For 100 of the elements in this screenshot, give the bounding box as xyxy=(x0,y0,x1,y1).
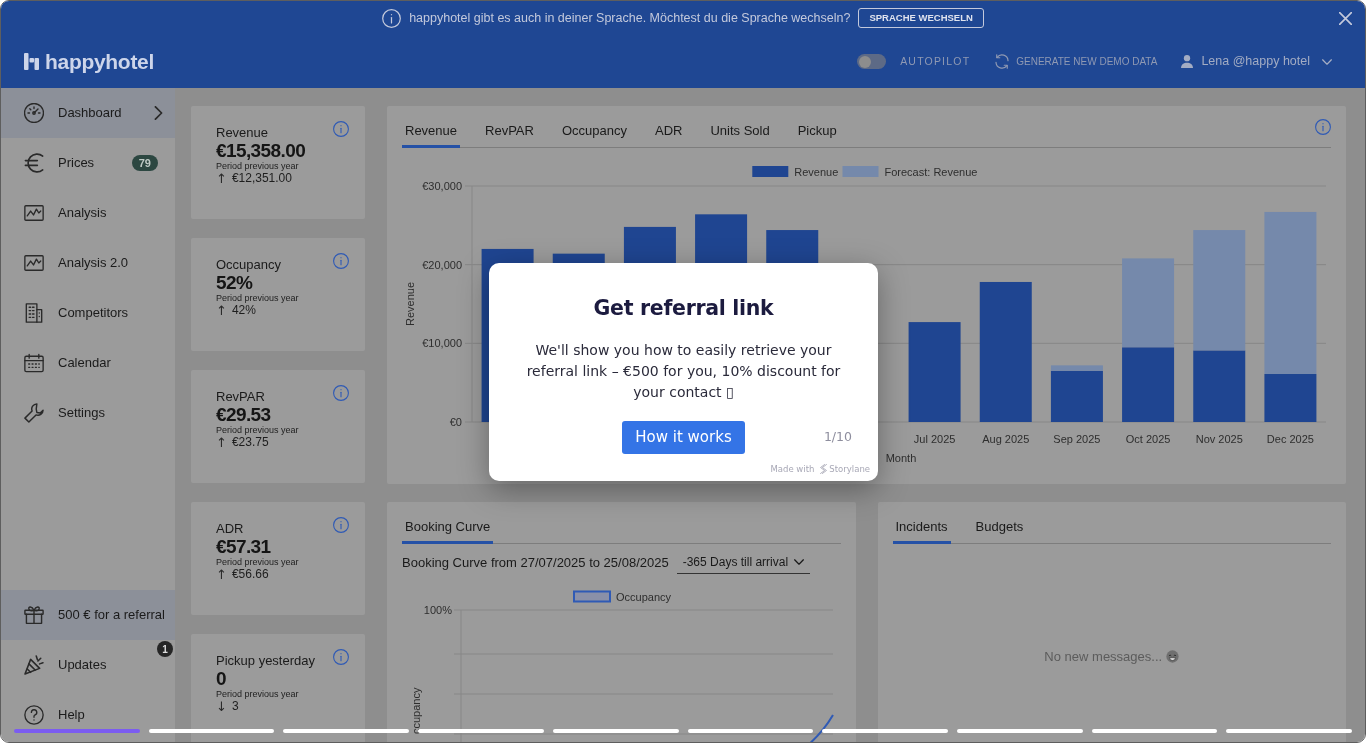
axis-title: ccupancy xyxy=(410,687,422,734)
empty-message: No new messages... xyxy=(1044,648,1163,666)
axis-tick-label: €20,000 xyxy=(422,258,462,271)
notification-badge: 1 xyxy=(157,641,173,657)
info-icon[interactable] xyxy=(333,385,349,401)
sidebar-item[interactable]: Updates 1 xyxy=(1,640,175,690)
tab[interactable]: Pickup xyxy=(794,115,840,148)
kpi-title: Pickup yesterday xyxy=(216,653,316,669)
generate-demo-data-button[interactable]: GENERATE NEW DEMO DATA xyxy=(995,54,1158,69)
chevron-down-icon xyxy=(794,559,805,565)
previous-value: €23.75 xyxy=(231,435,269,450)
sidebar-item[interactable]: Competitors xyxy=(1,288,175,338)
kpi-title: Occupancy xyxy=(216,257,283,273)
euro-icon xyxy=(24,153,44,173)
date-range-text: Booking Curve from 27/07/2025 to 25/08/2025 xyxy=(402,553,669,572)
trend-arrow: ↑ xyxy=(216,171,227,186)
comparison-label: Period previous year xyxy=(216,293,300,303)
axis-title: Revenue xyxy=(404,282,416,326)
logo-text: happyhotel xyxy=(45,48,154,75)
revenue-bar xyxy=(1193,350,1246,422)
trend-arrow: ↑ xyxy=(216,567,227,582)
axis-category-label: Sep 2025 xyxy=(1053,433,1101,445)
made-with-label: Made with xyxy=(770,464,815,474)
help-icon xyxy=(24,705,44,725)
gauge-icon xyxy=(24,103,44,123)
tab[interactable]: ADR xyxy=(652,115,686,148)
revenue-bar xyxy=(1264,374,1317,422)
sidebar-item[interactable]: Calendar xyxy=(1,338,175,388)
refresh-icon xyxy=(995,54,1010,69)
axis-category-label: Oct 2025 xyxy=(1125,433,1171,445)
kpi-value: €29.53 xyxy=(216,405,272,425)
calendar-icon xyxy=(24,353,44,373)
tab[interactable]: Budgets xyxy=(972,511,1027,544)
sidebar-item[interactable]: 500 € for a referral xyxy=(1,590,175,640)
sidebar-item[interactable]: Dashboard xyxy=(1,88,175,138)
info-icon[interactable] xyxy=(1315,119,1331,135)
close-icon[interactable] xyxy=(1339,11,1352,25)
info-icon xyxy=(382,8,402,28)
sidebar-item[interactable]: Analysis 2.0 xyxy=(1,238,175,288)
comparison-label: Period previous year xyxy=(216,689,300,699)
logo-mark-icon xyxy=(24,53,39,70)
legend-label: Revenue xyxy=(794,165,839,178)
trend-arrow: ↑ xyxy=(216,435,227,450)
kpi-title: RevPAR xyxy=(216,389,266,405)
axis-tick-label: 100% xyxy=(423,604,452,616)
previous-value: 42% xyxy=(231,303,256,318)
legend-swatch-icon xyxy=(842,166,879,177)
comparison-label: Period previous year xyxy=(216,161,300,171)
tab[interactable]: Occupancy xyxy=(558,115,630,148)
count-badge: 79 xyxy=(131,155,158,171)
popup-text: We'll show you how to easily retrieve your referral link – €500 for you, 10% discount for your contact ▯ xyxy=(525,341,842,402)
previous-value: €56.66 xyxy=(231,567,269,582)
tab[interactable]: Booking Curve xyxy=(402,511,494,544)
trend-arrow: ↑ xyxy=(216,303,227,318)
user-icon xyxy=(1181,55,1194,68)
info-icon[interactable] xyxy=(333,253,349,269)
axis-category-label: Aug 2025 xyxy=(982,433,1030,445)
buildings-icon xyxy=(24,303,44,323)
axis-title: Month xyxy=(885,452,917,464)
axis-tick-label: €10,000 xyxy=(422,337,462,350)
arrival-range-select[interactable]: -365 Days till arrival xyxy=(676,551,811,574)
axis-tick-label: €30,000 xyxy=(422,180,462,192)
tab[interactable]: Revenue xyxy=(402,115,461,148)
comparison-label: Period previous year xyxy=(216,425,300,435)
popup-title: Get referral link xyxy=(592,295,775,322)
info-icon[interactable] xyxy=(333,649,349,665)
sidebar-item[interactable]: Settings xyxy=(1,388,175,438)
kpi-title: Revenue xyxy=(216,125,270,141)
kpi-title: ADR xyxy=(216,521,245,537)
line-chart-icon xyxy=(24,203,44,223)
autopilot-toggle[interactable] xyxy=(857,54,887,69)
previous-value: 3 xyxy=(231,699,239,714)
sidebar-item[interactable]: Help xyxy=(1,690,175,740)
tab[interactable]: Incidents xyxy=(892,511,951,544)
tab[interactable]: RevPAR xyxy=(482,115,537,148)
user-menu-button[interactable]: Lena @happy hotel xyxy=(1181,52,1332,71)
tab[interactable]: Units Sold xyxy=(707,115,773,148)
gift-icon xyxy=(24,605,44,625)
sidebar-item[interactable]: Analysis xyxy=(1,188,175,238)
kpi-value: 0 xyxy=(216,669,227,689)
how-it-works-button[interactable]: How it works xyxy=(622,421,745,454)
chevron-down-icon xyxy=(1322,58,1332,65)
axis-category-label: Jul 2025 xyxy=(913,433,956,445)
info-icon[interactable] xyxy=(333,121,349,137)
kpi-value: 52% xyxy=(216,273,254,293)
line-chart-icon xyxy=(24,253,44,273)
axis-tick-label: €0 xyxy=(449,416,462,428)
sidebar-item[interactable]: Prices 79 xyxy=(1,138,175,188)
kpi-value: €57.31 xyxy=(216,537,272,557)
comparison-label: Period previous year xyxy=(216,557,300,567)
axis-category-label: Dec 2025 xyxy=(1266,433,1314,445)
party-popper-icon xyxy=(24,655,44,675)
forecast-bar xyxy=(1050,365,1103,371)
legend-label: Occupancy xyxy=(616,591,672,603)
axis-category-label: Nov 2025 xyxy=(1195,433,1243,445)
info-icon[interactable] xyxy=(333,517,349,533)
switch-language-button[interactable]: SPRACHE WECHSELN xyxy=(858,8,984,28)
legend-swatch-icon xyxy=(752,166,789,177)
kpi-value: €15,358.00 xyxy=(216,141,307,161)
storylane-logo-icon xyxy=(820,464,828,474)
